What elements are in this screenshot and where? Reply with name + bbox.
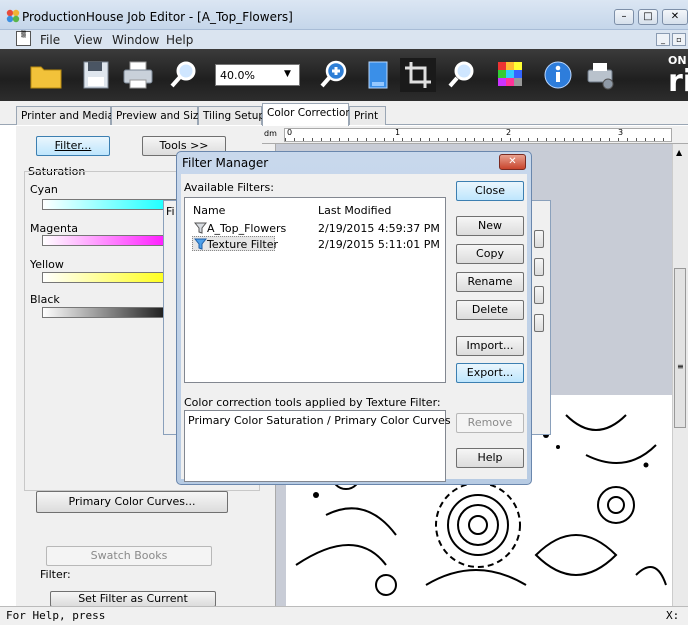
close-button[interactable]: Close [456, 181, 524, 201]
tab-tiling-setup[interactable]: Tiling Setup [198, 106, 265, 125]
mdi-minimize-button[interactable]: _ [656, 33, 670, 46]
magnifier-icon[interactable] [166, 58, 202, 92]
status-coordinate-label: X: [666, 609, 680, 622]
chevron-down-icon: ▼ [284, 69, 291, 79]
zoom-out-icon[interactable] [444, 58, 480, 92]
ruler-unit: dm [264, 129, 277, 138]
mdi-restore-button[interactable]: ▫ [672, 33, 686, 46]
tab-color-correction[interactable]: Color Correction [262, 103, 352, 126]
export-button[interactable]: Export... [456, 363, 524, 383]
remove-button[interactable]: Remove [456, 413, 524, 433]
menu-help[interactable]: Help [166, 33, 193, 47]
black-slider[interactable] [42, 307, 182, 318]
dialog-close-icon[interactable]: ✕ [499, 154, 526, 170]
import-button[interactable]: Import... [456, 336, 524, 356]
brand-logo: ri [668, 64, 688, 99]
black-label: Black [30, 293, 60, 306]
document-icon[interactable]: ▒ [16, 31, 31, 46]
color-grid-icon[interactable] [492, 58, 528, 92]
rename-button[interactable]: Rename [456, 272, 524, 292]
status-help-text: For Help, press [6, 609, 106, 622]
minimize-button[interactable]: – [614, 9, 634, 25]
background-dialog-title: Fi [166, 205, 175, 218]
ruler-mark-2: 2 [506, 128, 512, 137]
zoom-value: 40.0% [220, 69, 255, 82]
filter-modified: 2/19/2015 5:11:01 PM [318, 238, 440, 251]
info-icon[interactable] [540, 58, 576, 92]
close-window-button[interactable]: ✕ [662, 9, 688, 25]
zoom-select[interactable]: 40.0% ▼ [215, 64, 300, 86]
applied-tools-label: Color correction tools applied by Textur… [184, 396, 441, 409]
swatch-books-button[interactable]: Swatch Books [46, 546, 212, 566]
background-dialog-button-edge[interactable] [534, 258, 544, 276]
maximize-button[interactable]: □ [638, 9, 658, 25]
set-filter-current-button[interactable]: Set Filter as Current [50, 591, 216, 607]
available-filters-label: Available Filters: [184, 181, 274, 194]
open-folder-icon[interactable] [28, 58, 64, 92]
yellow-slider[interactable] [42, 272, 182, 283]
menu-file[interactable]: File [40, 33, 60, 47]
filter-group-label: Filter: [40, 568, 71, 581]
filter-name: Texture Filter [207, 238, 279, 251]
crop-icon[interactable] [400, 58, 436, 92]
yellow-label: Yellow [30, 258, 64, 271]
save-icon[interactable] [78, 58, 114, 92]
background-dialog-button-edge[interactable] [534, 286, 544, 304]
delete-button[interactable]: Delete [456, 300, 524, 320]
filter-modified: 2/19/2015 4:59:37 PM [318, 222, 440, 235]
ruler-scale [284, 128, 672, 142]
window-title: ProductionHouse Job Editor - [A_Top_Flow… [22, 10, 293, 24]
filter-name: A_Top_Flowers [207, 222, 287, 235]
new-button[interactable]: New [456, 216, 524, 236]
menu-view[interactable]: View [74, 33, 102, 47]
applied-tools-text: Primary Color Saturation / Primary Color… [188, 414, 451, 427]
filter-funnel-blue-icon [194, 238, 207, 250]
dialog-title: Filter Manager [182, 156, 269, 170]
cyan-slider[interactable] [42, 199, 182, 210]
page-blue-icon[interactable] [360, 58, 396, 92]
filter-button[interactable]: Filter... [36, 136, 110, 156]
primary-color-curves-button[interactable]: Primary Color Curves... [36, 491, 228, 513]
copy-button[interactable]: Copy [456, 244, 524, 264]
menu-bar [0, 30, 688, 49]
ruler-mark-0: 0 [287, 128, 293, 137]
tab-print[interactable]: Print [349, 106, 386, 125]
column-header-name[interactable]: Name [193, 204, 225, 217]
grip-icon: ≡ [677, 362, 684, 371]
ruler-mark-1: 1 [395, 128, 401, 137]
help-button[interactable]: Help [456, 448, 524, 468]
cyan-label: Cyan [30, 183, 58, 196]
column-header-last-modified[interactable]: Last Modified [318, 204, 391, 217]
tab-preview-size[interactable]: Preview and Size [111, 106, 205, 125]
scrollbar-thumb[interactable] [674, 268, 686, 428]
printer-settings-icon[interactable] [582, 58, 618, 92]
menu-window[interactable]: Window [112, 33, 159, 47]
filter-funnel-icon [194, 222, 207, 234]
ruler-mark-3: 3 [618, 128, 624, 137]
background-dialog-button-edge[interactable] [534, 314, 544, 332]
tab-printer-media[interactable]: Printer and Media [16, 106, 114, 125]
magenta-label: Magenta [30, 222, 79, 235]
app-logo-icon [6, 9, 20, 23]
background-dialog-button-edge[interactable] [534, 230, 544, 248]
scroll-up-icon[interactable]: ▲ [676, 148, 682, 157]
magenta-slider[interactable] [42, 235, 182, 246]
zoom-in-icon[interactable] [316, 58, 352, 92]
print-icon[interactable] [120, 58, 156, 92]
